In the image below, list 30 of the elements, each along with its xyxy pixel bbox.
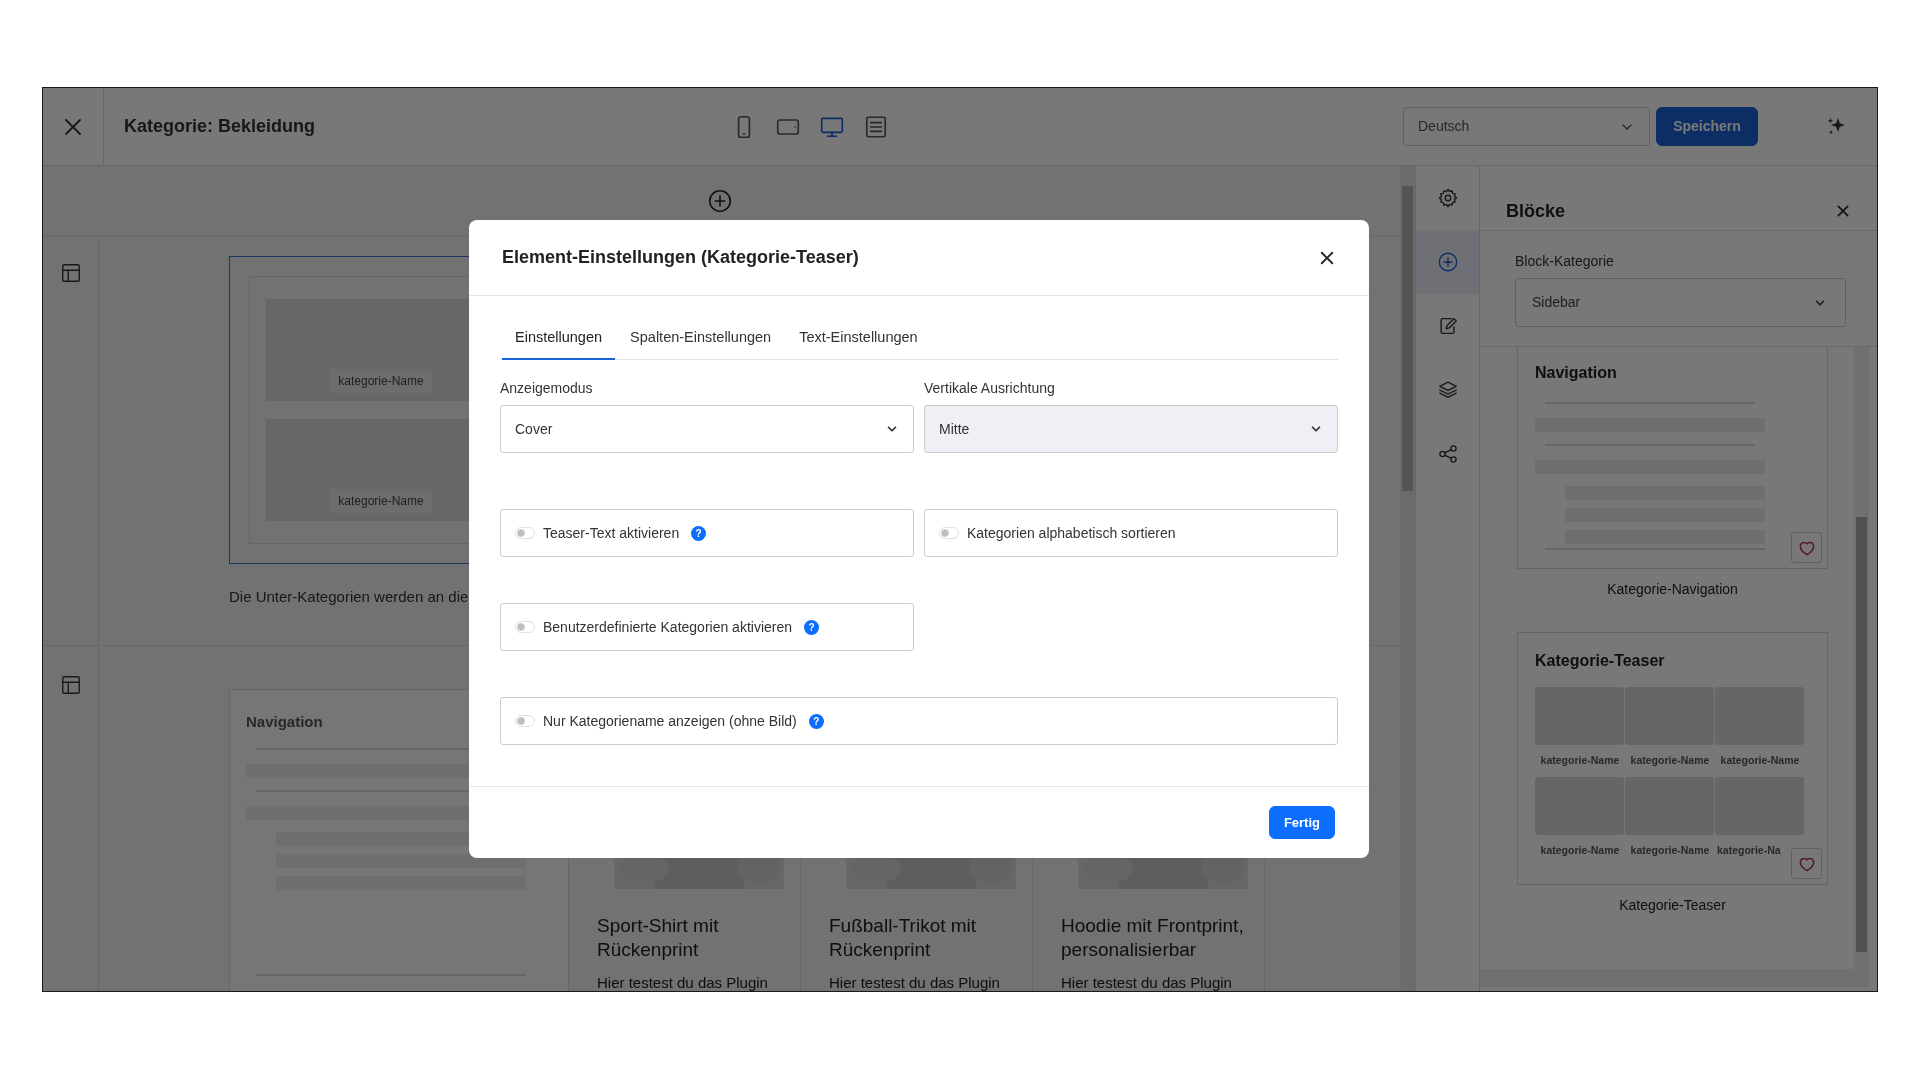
category-name: kategorie-Name <box>1539 753 1621 768</box>
product-title: Sport-Shirt mit Rückenprint <box>597 914 720 962</box>
block-caption: Kategorie-Teaser <box>1618 896 1727 915</box>
option-label: Teaser-Text aktivieren <box>543 523 680 543</box>
category-name: kategorie-Name <box>1539 842 1621 858</box>
field-label: Block-Kategorie <box>1515 252 1615 271</box>
hint-text: Die Unter-Kategorien werden an die <box>229 587 470 607</box>
option-label: Nur Kategoriename anzeigen (ohne Bild) <box>543 711 797 731</box>
product-description: Hier testest du das Plugin <box>1061 973 1233 991</box>
product-title: Hoodie mit Frontprint, personalisierbar <box>1061 914 1245 962</box>
block-title: Navigation <box>1535 363 1617 383</box>
category-name: kategorie-Name <box>1629 842 1711 858</box>
page-title: Kategorie: Bekleidung <box>124 115 316 138</box>
product-description: Hier testest du das Plugin <box>829 973 1001 991</box>
navigation-title: Navigation <box>246 712 323 732</box>
field-label: Anzeigemodus <box>500 379 594 398</box>
product-title: Fußball-Trikot mit Rückenprint <box>829 914 978 962</box>
category-name: kategorie-Na <box>1716 842 1782 858</box>
option-label: Benutzerdefinierte Kategorien aktivieren <box>543 617 793 637</box>
block-title: Kategorie-Teaser <box>1535 651 1666 671</box>
block-caption: Kategorie-Navigation <box>1606 580 1739 599</box>
product-description: Hier testest du das Plugin <box>597 973 769 991</box>
panel-title: Blöcke <box>1506 199 1566 223</box>
category-name: kategorie-Name <box>1629 753 1711 768</box>
category-name: kategorie-Name <box>1719 753 1801 768</box>
option-label: Kategorien alphabetisch sortieren <box>967 523 1176 543</box>
field-label: Vertikale Ausrichtung <box>924 379 1056 398</box>
category-name: kategorie-Name <box>330 489 432 513</box>
category-name: kategorie-Name <box>330 369 432 393</box>
dialog-title: Element-Einstellungen (Kategorie-Teaser) <box>502 246 859 269</box>
